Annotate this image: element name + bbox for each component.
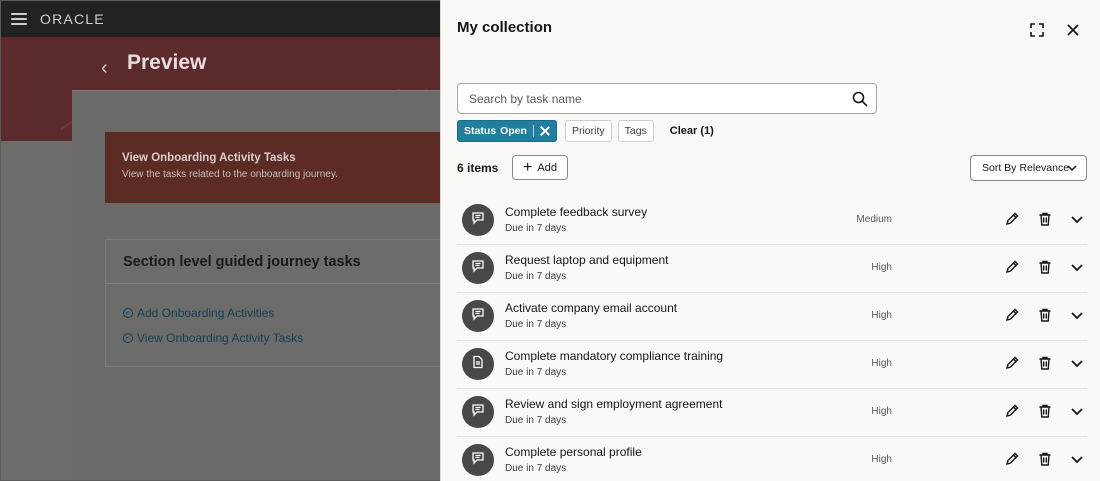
section-divider — [106, 283, 440, 284]
activity-banner-card[interactable]: View Onboarding Activity Tasks View the … — [105, 132, 441, 203]
chat-icon — [471, 451, 485, 470]
edit-pencil-icon[interactable] — [1004, 403, 1020, 419]
task-priority: High — [871, 454, 892, 465]
task-name[interactable]: Activate company email account — [505, 301, 677, 315]
tags-filter-chip[interactable]: Tags — [617, 120, 654, 142]
my-collection-drawer: My collection Status Open Priority Tags … — [440, 0, 1100, 481]
task-type-avatar — [462, 252, 494, 284]
toolbar-row: 6 items + Add Sort By Relevance — [457, 155, 1087, 181]
sort-prefix: Sort By — [982, 162, 1017, 174]
filter-bar: Status Open Priority Tags Clear (1) — [457, 120, 714, 142]
task-row[interactable]: Review and sign employment agreement Due … — [457, 389, 1087, 437]
task-name[interactable]: Request laptop and equipment — [505, 253, 668, 267]
drawer-title: My collection — [457, 19, 553, 36]
task-due-date: Due in 7 days — [505, 463, 567, 474]
task-due-date: Due in 7 days — [505, 271, 567, 282]
link-label: View Onboarding Activity Tasks — [137, 331, 304, 345]
task-row[interactable]: Complete feedback survey Due in 7 days Med… — [457, 197, 1087, 245]
view-onboarding-activity-tasks-link[interactable]: View Onboarding Activity Tasks — [123, 331, 303, 345]
document-icon — [471, 355, 485, 374]
chat-icon — [471, 259, 485, 278]
chevron-down-icon[interactable] — [1069, 355, 1085, 371]
back-chevron-icon[interactable]: ‹ — [101, 57, 108, 80]
chat-icon — [471, 403, 485, 422]
task-priority: High — [871, 262, 892, 273]
task-priority: High — [871, 310, 892, 321]
guided-tasks-section: Section level guided journey tasks Add O… — [105, 239, 441, 367]
task-type-avatar — [462, 396, 494, 428]
remove-filter-icon[interactable] — [540, 126, 550, 136]
task-due-date: Due in 7 days — [505, 367, 567, 378]
task-name[interactable]: Review and sign employment agreement — [505, 397, 722, 411]
edit-pencil-icon[interactable] — [1004, 307, 1020, 323]
link-icon — [123, 308, 133, 318]
task-type-avatar — [462, 300, 494, 332]
task-row[interactable]: Activate company email account Due in 7 d… — [457, 293, 1087, 341]
delete-trash-icon[interactable] — [1037, 211, 1053, 227]
activity-banner-title: View Onboarding Activity Tasks — [122, 152, 296, 164]
task-type-avatar — [462, 204, 494, 236]
link-icon — [123, 333, 133, 343]
chevron-down-icon[interactable] — [1069, 451, 1085, 467]
delete-trash-icon[interactable] — [1037, 451, 1053, 467]
add-button[interactable]: + Add — [512, 155, 568, 180]
task-type-avatar — [462, 444, 494, 476]
search-icon[interactable] — [852, 91, 868, 107]
task-row[interactable]: Complete mandatory compliance training Du… — [457, 341, 1087, 389]
task-name[interactable]: Complete personal profile — [505, 445, 642, 459]
task-due-date: Due in 7 days — [505, 319, 567, 330]
chevron-down-icon — [1067, 165, 1077, 172]
task-row[interactable]: Complete personal profile Due in 7 days Hi… — [457, 437, 1087, 481]
clear-filters-button[interactable]: Clear (1) — [670, 125, 714, 137]
close-icon[interactable] — [1065, 22, 1081, 38]
delete-trash-icon[interactable] — [1037, 307, 1053, 323]
status-filter-chip[interactable]: Status Open — [457, 120, 557, 142]
chevron-down-icon[interactable] — [1069, 403, 1085, 419]
task-due-date: Due in 7 days — [505, 415, 567, 426]
search-input[interactable] — [469, 84, 839, 113]
add-button-label: Add — [537, 161, 557, 174]
delete-trash-icon[interactable] — [1037, 259, 1053, 275]
task-list: Complete feedback survey Due in 7 days Med… — [457, 197, 1087, 481]
task-name[interactable]: Complete mandatory compliance training — [505, 349, 723, 363]
status-filter-value: Open — [500, 125, 527, 137]
edit-pencil-icon[interactable] — [1004, 451, 1020, 467]
drawer-body: Status Open Priority Tags Clear (1) 6 it… — [441, 60, 1100, 481]
add-onboarding-activities-link[interactable]: Add Onboarding Activities — [123, 306, 274, 320]
task-priority: High — [871, 406, 892, 417]
delete-trash-icon[interactable] — [1037, 403, 1053, 419]
top-navigation-bar: ORACLE — [1, 1, 441, 37]
link-label: Add Onboarding Activities — [137, 306, 275, 320]
task-priority: High — [871, 358, 892, 369]
edit-pencil-icon[interactable] — [1004, 259, 1020, 275]
chip-separator — [532, 125, 534, 137]
chat-icon — [471, 211, 485, 230]
fullscreen-icon[interactable] — [1029, 22, 1045, 38]
section-title: Section level guided journey tasks — [123, 254, 361, 270]
task-due-date: Due in 7 days — [505, 223, 567, 234]
priority-filter-chip[interactable]: Priority — [564, 120, 612, 142]
edit-pencil-icon[interactable] — [1004, 211, 1020, 227]
hamburger-menu-icon[interactable] — [11, 13, 27, 25]
task-type-avatar — [462, 348, 494, 380]
status-filter-label: Status — [464, 125, 497, 137]
sort-dropdown[interactable]: Sort By Relevance — [970, 155, 1087, 181]
chevron-down-icon[interactable] — [1069, 211, 1085, 227]
sort-value: Relevance — [1019, 162, 1070, 174]
plus-icon: + — [523, 158, 533, 176]
edit-pencil-icon[interactable] — [1004, 355, 1020, 371]
task-row[interactable]: Request laptop and equipment Due in 7 day… — [457, 245, 1087, 293]
page-title: Preview — [127, 51, 207, 74]
delete-trash-icon[interactable] — [1037, 355, 1053, 371]
items-count: 6 items — [457, 161, 499, 175]
chevron-down-icon[interactable] — [1069, 307, 1085, 323]
search-field[interactable] — [457, 83, 877, 114]
chevron-down-icon[interactable] — [1069, 259, 1085, 275]
chat-icon — [471, 307, 485, 326]
activity-banner-subtitle: View the tasks related to the onboarding… — [122, 169, 338, 180]
task-priority: Medium — [856, 214, 892, 225]
task-name[interactable]: Complete feedback survey — [505, 205, 647, 219]
oracle-logo[interactable]: ORACLE — [40, 11, 105, 27]
